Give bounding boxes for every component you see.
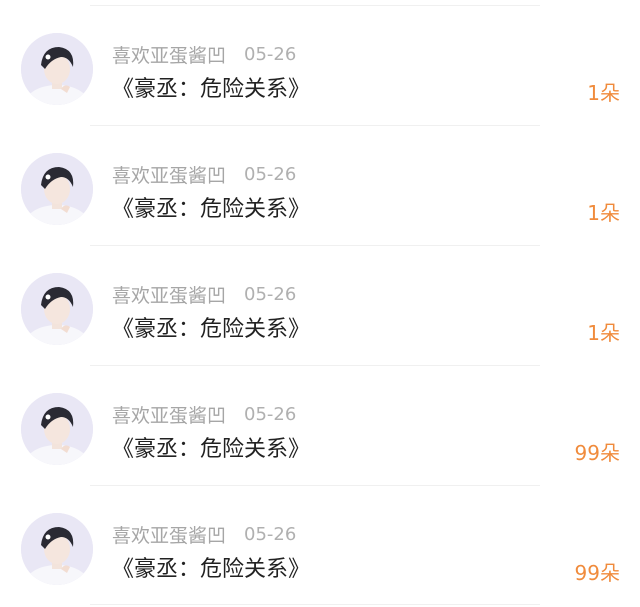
avatar-image	[21, 153, 93, 225]
username[interactable]: 喜欢亚蛋酱凹	[112, 281, 226, 308]
list-item[interactable]: 喜欢亚蛋酱凹 05-26 《豪丞：危险关系》 1朵	[0, 245, 640, 365]
username[interactable]: 喜欢亚蛋酱凹	[112, 161, 226, 188]
gift-count: 1朵	[587, 321, 620, 345]
list-item[interactable]: 喜欢亚蛋酱凹 05-26 《豪丞：危险关系》 99朵	[0, 365, 640, 485]
avatar-image	[21, 393, 93, 465]
title: 《豪丞：危险关系》	[112, 77, 311, 102]
gift-count: 1朵	[587, 81, 620, 105]
date: 05-26	[244, 523, 297, 545]
avatar[interactable]	[21, 393, 93, 465]
avatar-image	[21, 33, 93, 105]
date: 05-26	[244, 283, 297, 305]
avatar[interactable]	[21, 513, 93, 585]
avatar-image	[21, 273, 93, 345]
gift-record-list: 喜欢亚蛋酱凹 05-26 《豪丞：危险关系》 1朵 喜欢亚蛋酱凹 05-26 《…	[0, 0, 640, 607]
gift-count: 1朵	[587, 201, 620, 225]
list-item[interactable]: 喜欢亚蛋酱凹 05-26 《豪丞：危险关系》 99朵	[0, 485, 640, 605]
date: 05-26	[244, 43, 297, 65]
username[interactable]: 喜欢亚蛋酱凹	[112, 401, 226, 428]
title: 《豪丞：危险关系》	[112, 197, 311, 222]
date: 05-26	[244, 163, 297, 185]
divider	[90, 604, 540, 605]
gift-count: 99朵	[574, 561, 620, 585]
avatar-image	[21, 513, 93, 585]
username[interactable]: 喜欢亚蛋酱凹	[112, 41, 226, 68]
avatar[interactable]	[21, 153, 93, 225]
gift-count: 99朵	[574, 441, 620, 465]
title: 《豪丞：危险关系》	[112, 557, 311, 582]
list-item[interactable]: 喜欢亚蛋酱凹 05-26 《豪丞：危险关系》 1朵	[0, 5, 640, 125]
username[interactable]: 喜欢亚蛋酱凹	[112, 521, 226, 548]
title: 《豪丞：危险关系》	[112, 437, 311, 462]
list-item[interactable]: 喜欢亚蛋酱凹 05-26 《豪丞：危险关系》 1朵	[0, 125, 640, 245]
avatar[interactable]	[21, 273, 93, 345]
avatar[interactable]	[21, 33, 93, 105]
date: 05-26	[244, 403, 297, 425]
title: 《豪丞：危险关系》	[112, 317, 311, 342]
